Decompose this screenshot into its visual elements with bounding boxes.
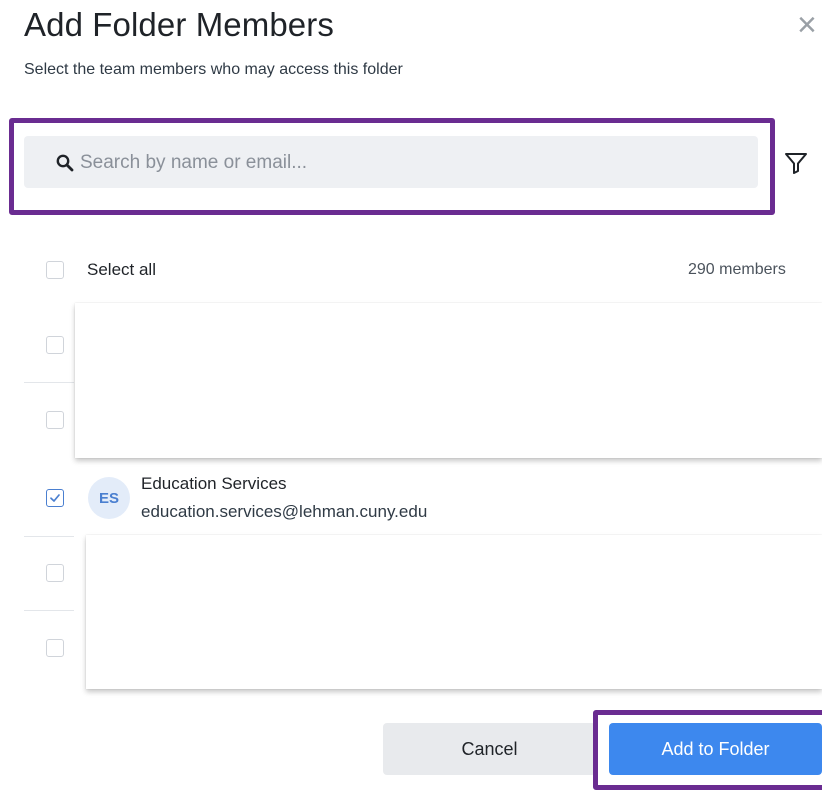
member-checkbox[interactable]: [46, 489, 64, 507]
row-divider: [24, 536, 74, 537]
member-email: education.services@lehman.cuny.edu: [141, 502, 428, 521]
filter-icon[interactable]: [783, 150, 809, 176]
member-checkbox[interactable]: [46, 411, 64, 429]
member-checkbox[interactable]: [46, 336, 64, 354]
cancel-button[interactable]: Cancel: [383, 723, 596, 775]
add-button-highlight-annotation: [593, 710, 822, 790]
avatar: ES: [88, 477, 130, 519]
row-divider: [24, 382, 74, 383]
row-divider: [24, 610, 74, 611]
close-icon[interactable]: ×: [797, 8, 822, 42]
dialog-subtitle: Select the team members who may access t…: [24, 61, 403, 78]
select-all-checkbox[interactable]: [46, 261, 64, 279]
dialog-title: Add Folder Members: [24, 6, 334, 43]
member-checkbox[interactable]: [46, 639, 64, 657]
search-highlight-annotation: [9, 118, 775, 215]
select-all-label: Select all: [87, 260, 156, 279]
redaction-overlay: [75, 303, 822, 458]
member-checkbox[interactable]: [46, 564, 64, 582]
member-count: 290 members: [688, 261, 786, 278]
member-name: Education Services: [141, 474, 287, 493]
redaction-overlay: [86, 535, 822, 689]
